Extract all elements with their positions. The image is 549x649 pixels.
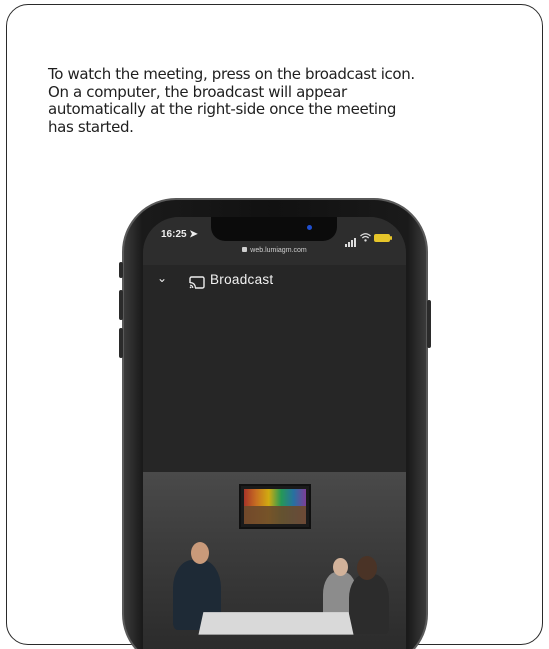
signal-icon [345,229,357,247]
status-bar: 16:25 ➤ web.lumiagm.com [143,217,406,265]
address-bar[interactable]: web.lumiagm.com [143,247,406,254]
person-right-2-head [357,556,377,580]
broadcast-video[interactable] [143,472,406,649]
phone-screen: 16:25 ➤ web.lumiagm.com ⌄ Broadcast [143,217,406,649]
phone-silent-switch [119,262,123,278]
phone-volume-down [119,328,123,358]
address-url: web.lumiagm.com [250,247,307,254]
meeting-table [198,612,354,635]
cast-icon[interactable] [189,276,205,294]
phone-volume-up [119,290,123,320]
instruction-line: automatically at the right-side once the… [48,100,397,118]
battery-icon [374,234,392,242]
wifi-icon [360,232,371,244]
phone-power-button [427,300,431,348]
meeting-room-tv [239,484,311,529]
person-left-head [191,542,209,564]
location-arrow-icon: ➤ [189,229,198,240]
phone-notch [211,217,337,241]
broadcast-header: ⌄ Broadcast [143,265,406,301]
instruction-line: On a computer, the broadcast will appear [48,82,347,101]
instructions-text: To watch the meeting, press on the broad… [48,65,518,136]
person-right-2 [349,574,389,634]
status-time: 16:25 ➤ [161,229,198,240]
chevron-down-icon[interactable]: ⌄ [157,271,167,285]
status-indicators [345,229,392,247]
instruction-line: has started. [48,117,134,136]
instruction-line: To watch the meeting, press on the broad… [48,65,415,83]
camera-dot-icon [307,225,312,230]
tv-audience [244,506,306,524]
person-right-1-head [333,558,348,576]
lock-icon [242,247,248,252]
status-time-text: 16:25 [161,229,187,240]
broadcast-title: Broadcast [210,272,274,287]
